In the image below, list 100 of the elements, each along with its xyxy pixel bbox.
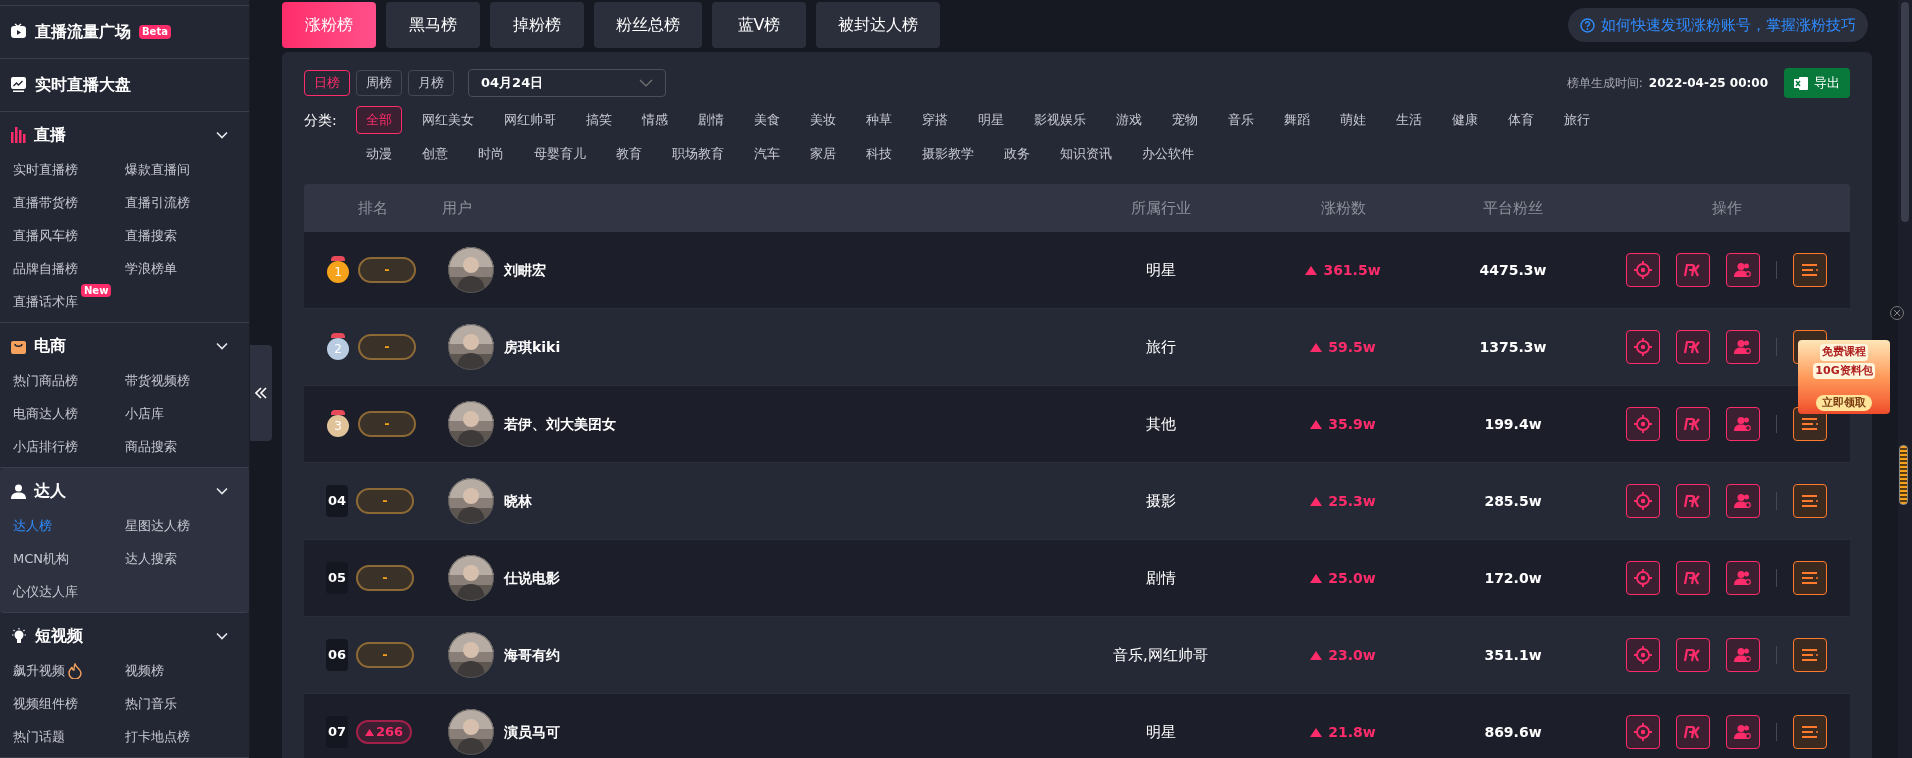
- industry-cell-text: 音乐,网红帅哥: [1113, 644, 1208, 666]
- sidebar-item[interactable]: MCN机构: [13, 549, 70, 569]
- category-chip[interactable]: 音乐: [1218, 106, 1264, 134]
- category-chip[interactable]: 生活: [1386, 106, 1432, 134]
- sidebar-item[interactable]: 学浪榜单: [124, 259, 177, 279]
- sidebar-item[interactable]: 视频组件榜: [13, 694, 78, 714]
- sidebar-item[interactable]: 商品搜索: [124, 437, 177, 457]
- sidebar-item[interactable]: 心仪达人库: [13, 582, 78, 602]
- export-button[interactable]: 导出: [1784, 68, 1850, 98]
- category-chip[interactable]: 政务: [994, 140, 1040, 168]
- ranking-tab[interactable]: 粉丝总榜: [594, 2, 702, 48]
- category-chip[interactable]: 搞笑: [576, 106, 622, 134]
- rank-change-value: 266: [375, 723, 404, 742]
- sidebar-item[interactable]: 直播风车榜: [13, 226, 78, 246]
- sidebar-item[interactable]: 星图达人榜: [124, 516, 190, 536]
- category-chip[interactable]: 创意: [412, 140, 458, 168]
- category-chip[interactable]: 家居: [800, 140, 846, 168]
- user-name[interactable]: 刘畊宏: [504, 259, 546, 281]
- category-chip[interactable]: 办公软件: [1132, 140, 1204, 168]
- category-chip[interactable]: 游戏: [1106, 106, 1152, 134]
- category-chip[interactable]: 职场教育: [662, 140, 734, 168]
- category-chip[interactable]: 美食: [744, 106, 790, 134]
- category-chip[interactable]: 汽车: [744, 140, 790, 168]
- category-chip[interactable]: 全部: [356, 106, 402, 134]
- sidebar-item[interactable]: 品牌自播榜: [13, 259, 78, 279]
- user-name[interactable]: 晓林: [504, 490, 532, 512]
- growth-cell-text: 23.0w: [1328, 645, 1376, 665]
- category-chip[interactable]: 剧情: [688, 106, 734, 134]
- section-title[interactable]: 电商: [34, 334, 66, 358]
- column-header: 涨粉数: [1320, 197, 1366, 219]
- sidebar-item[interactable]: 小店排行榜: [13, 437, 78, 457]
- promo-text: 免费课程: [1820, 344, 1868, 361]
- sidebar-item[interactable]: 电商达人榜: [13, 404, 78, 424]
- sidebar-item[interactable]: 飙升视频: [13, 661, 65, 681]
- category-chip[interactable]: 时尚: [468, 140, 514, 168]
- rank-change: -: [356, 488, 414, 514]
- sidebar-item[interactable]: 打卡地点榜: [124, 727, 190, 747]
- category-chip[interactable]: 母婴育儿: [524, 140, 596, 168]
- help-link[interactable]: 如何快速发现涨粉账号，掌握涨粉技巧: [1568, 8, 1868, 42]
- period-tab[interactable]: 周榜: [356, 70, 402, 96]
- category-chip[interactable]: 穿搭: [912, 106, 958, 134]
- user-name[interactable]: 海哥有约: [504, 644, 560, 666]
- category-chip[interactable]: 舞蹈: [1274, 106, 1320, 134]
- growth-cell-text: 35.9w: [1328, 414, 1376, 434]
- promo-button[interactable]: 立即领取: [1816, 394, 1872, 411]
- sidebar-link[interactable]: 直播流量广场 Beta: [0, 5, 249, 59]
- industry-cell-text: 剧情: [1145, 567, 1176, 589]
- category-chip[interactable]: 宠物: [1162, 106, 1208, 134]
- date-select[interactable]: 04月24日: [468, 69, 666, 97]
- category-chip[interactable]: 网红美女: [412, 106, 484, 134]
- sidebar-item[interactable]: 直播带货榜: [13, 193, 78, 213]
- category-chip[interactable]: 旅行: [1554, 106, 1600, 134]
- category-chip[interactable]: 摄影教学: [912, 140, 984, 168]
- column-header: 平台粉丝: [1483, 197, 1543, 219]
- growth-cell-text: 59.5w: [1328, 337, 1376, 357]
- sidebar-link[interactable]: 实时直播大盘: [0, 58, 249, 112]
- user-name[interactable]: 仕说电影: [504, 567, 560, 589]
- category-chip[interactable]: 影视娱乐: [1024, 106, 1096, 134]
- sidebar-item[interactable]: 直播话术库: [13, 292, 78, 312]
- category-chip[interactable]: 种草: [856, 106, 902, 134]
- sidebar-item[interactable]: 达人搜索: [124, 549, 177, 569]
- category-chip[interactable]: 科技: [856, 140, 902, 168]
- sidebar-item[interactable]: 热门音乐: [124, 694, 177, 714]
- section-title[interactable]: 直播: [34, 123, 66, 147]
- category-chip[interactable]: 教育: [606, 140, 652, 168]
- fans-cell-text: 199.4w: [1484, 414, 1542, 434]
- sidebar-item[interactable]: 热门话题: [13, 727, 65, 747]
- category-chip[interactable]: 萌娃: [1330, 106, 1376, 134]
- user-name[interactable]: 房琪kiki: [504, 336, 561, 358]
- sidebar-item[interactable]: 带货视频榜: [124, 371, 190, 391]
- sidebar-item[interactable]: 热门商品榜: [13, 371, 78, 391]
- sidebar-item[interactable]: 爆款直播间: [124, 160, 190, 180]
- user-name[interactable]: 若伊、刘大美囝女: [504, 413, 616, 435]
- category-chip[interactable]: 明星: [968, 106, 1014, 134]
- sidebar-item[interactable]: 直播搜索: [124, 226, 177, 246]
- rank-number: 04: [326, 485, 348, 517]
- category-chip[interactable]: 情感: [632, 106, 678, 134]
- period-tab[interactable]: 日榜: [304, 70, 350, 96]
- category-chip[interactable]: 网红帅哥: [494, 106, 566, 134]
- section-title[interactable]: 达人: [34, 479, 66, 503]
- rank-number: 07: [326, 716, 348, 748]
- ranking-tab[interactable]: 黑马榜: [386, 2, 480, 48]
- category-chip[interactable]: 美妆: [800, 106, 846, 134]
- ranking-tab[interactable]: 蓝V榜: [712, 2, 806, 48]
- sidebar-item[interactable]: 小店库: [124, 404, 164, 424]
- promo-toast[interactable]: 免费课程 10G资料包 立即领取: [1798, 340, 1890, 414]
- ranking-tab[interactable]: 掉粉榜: [490, 2, 584, 48]
- category-chip[interactable]: 体育: [1498, 106, 1544, 134]
- sidebar-item[interactable]: 实时直播榜: [13, 160, 78, 180]
- category-chip[interactable]: 健康: [1442, 106, 1488, 134]
- ranking-tab[interactable]: 被封达人榜: [816, 2, 940, 48]
- period-tab[interactable]: 月榜: [408, 70, 454, 96]
- user-name[interactable]: 演员马可: [504, 721, 560, 743]
- beta-badge: Beta: [139, 24, 171, 39]
- category-chip[interactable]: 动漫: [356, 140, 402, 168]
- sidebar-item[interactable]: 直播引流榜: [124, 193, 190, 213]
- sidebar-item[interactable]: 达人榜: [13, 516, 52, 536]
- category-chip[interactable]: 知识资讯: [1050, 140, 1122, 168]
- sidebar-item[interactable]: 视频榜: [124, 661, 164, 681]
- section-title[interactable]: 短视频: [35, 624, 83, 648]
